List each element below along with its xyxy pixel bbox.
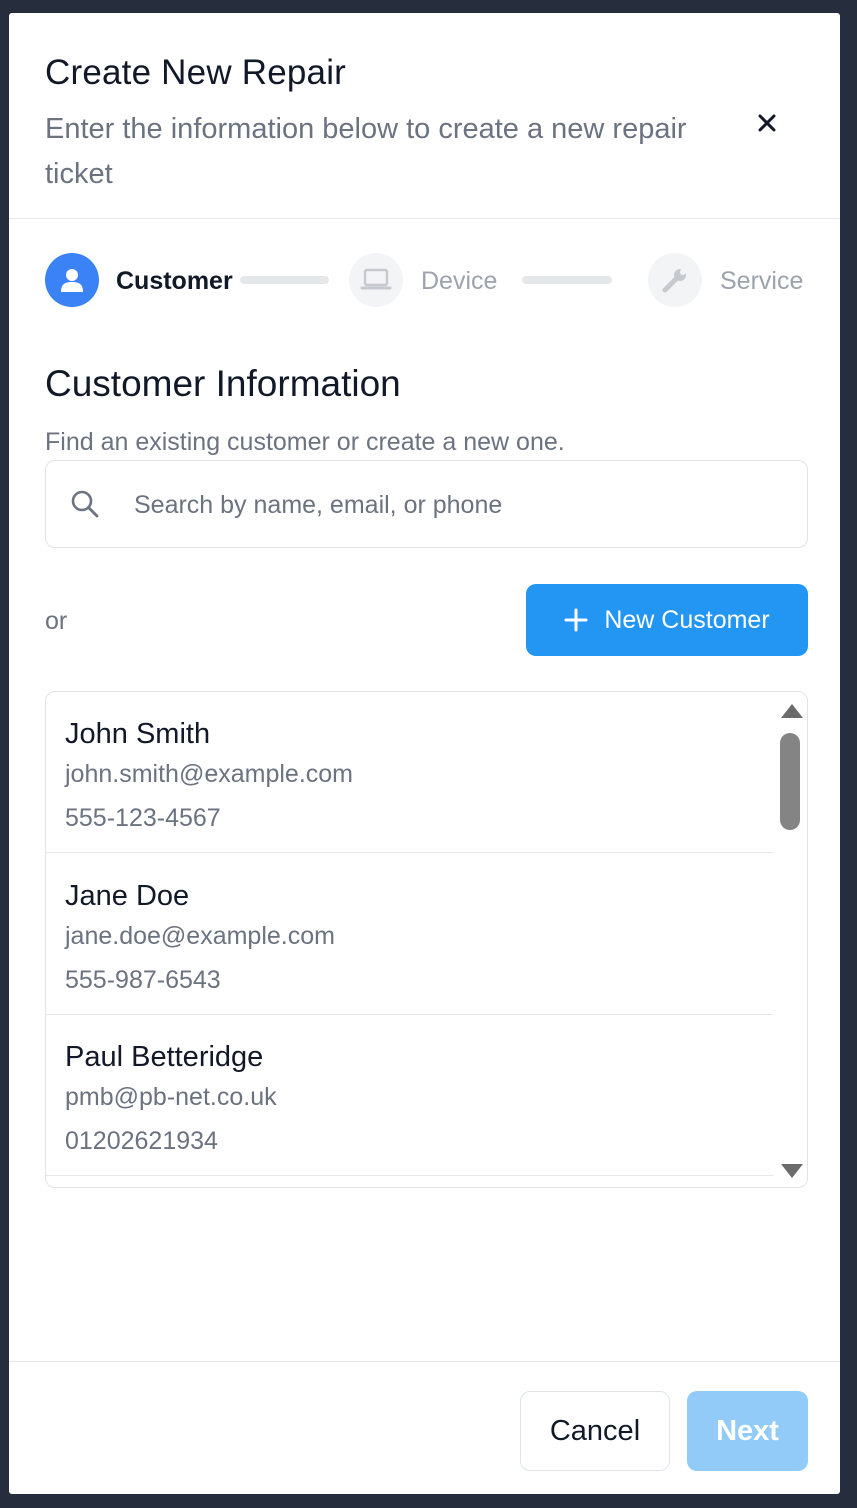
scroll-thumb[interactable] <box>780 733 800 830</box>
close-icon <box>758 114 776 132</box>
step-service-label: Service <box>720 267 804 295</box>
new-customer-button[interactable]: New Customer <box>526 584 808 656</box>
user-icon <box>61 269 83 292</box>
scroll-down-arrow-icon[interactable] <box>781 1164 803 1178</box>
customer-list-item[interactable]: Paul Betteridge pmb@pb-net.co.uk 0120262… <box>46 1015 773 1176</box>
plus-icon <box>564 608 588 632</box>
wrench-icon <box>662 269 686 293</box>
modal-subtitle: Enter the information below to create a … <box>45 113 687 190</box>
customer-name: Paul Betteridge <box>65 1041 264 1073</box>
stepper: Customer Device Service <box>9 219 840 339</box>
or-text: or <box>45 607 68 635</box>
customer-email: pmb@pb-net.co.uk <box>65 1083 277 1111</box>
create-repair-modal: Create New Repair Enter the information … <box>9 13 840 1494</box>
modal-header: Create New Repair Enter the information … <box>9 13 840 219</box>
customer-name: John Smith <box>65 718 211 750</box>
customer-phone: 555-987-6543 <box>65 966 221 994</box>
customer-name: Jane Doe <box>65 880 190 912</box>
customer-email: john.smith@example.com <box>65 760 353 788</box>
list-scrollbar[interactable] <box>773 692 807 1187</box>
customer-list-item[interactable]: Jane Doe jane.doe@example.com 555-987-65… <box>46 854 773 1015</box>
step-connector <box>522 276 612 284</box>
customer-phone: 555-123-4567 <box>65 804 221 832</box>
step-device-circle[interactable] <box>349 253 403 307</box>
laptop-icon <box>360 268 392 290</box>
step-service-circle[interactable] <box>648 253 702 307</box>
search-input[interactable] <box>134 481 784 529</box>
section-description: Find an existing customer or create a ne… <box>45 428 565 456</box>
modal-footer: Cancel Next <box>9 1361 840 1494</box>
step-connector <box>240 276 329 284</box>
search-icon <box>70 489 100 524</box>
scroll-up-arrow-icon[interactable] <box>781 704 803 718</box>
step-device-label: Device <box>421 267 498 295</box>
customer-phone: 01202621934 <box>65 1127 218 1155</box>
customer-list: John Smith john.smith@example.com 555-12… <box>45 691 808 1188</box>
customer-list-item[interactable]: John Smith john.smith@example.com 555-12… <box>46 692 773 853</box>
search-box[interactable] <box>45 460 808 548</box>
new-customer-label: New Customer <box>604 605 770 634</box>
next-button[interactable]: Next <box>687 1391 808 1471</box>
modal-title: Create New Repair <box>45 53 347 92</box>
cancel-button[interactable]: Cancel <box>520 1391 670 1471</box>
section-title: Customer Information <box>45 363 401 404</box>
step-customer-circle[interactable] <box>45 253 99 307</box>
close-button[interactable] <box>749 105 785 141</box>
step-customer-label: Customer <box>116 267 233 295</box>
customer-email: jane.doe@example.com <box>65 922 335 950</box>
